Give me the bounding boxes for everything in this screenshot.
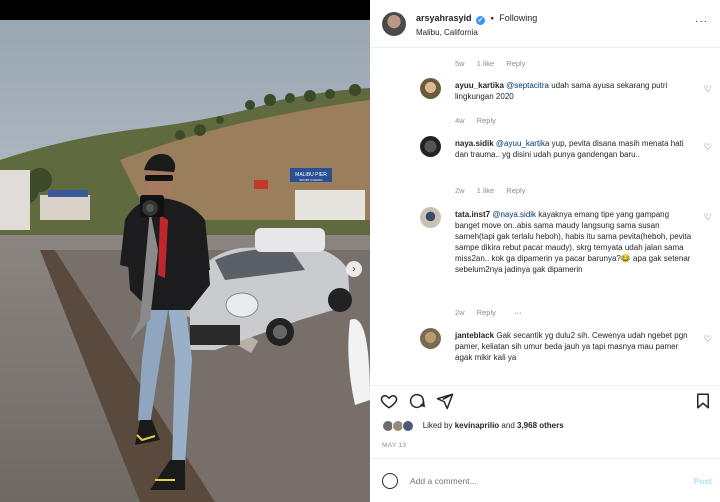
add-comment-bar: Post — [370, 458, 720, 502]
comment-age: 4w — [455, 116, 465, 125]
comment-likes[interactable]: 1 like — [477, 186, 495, 195]
comment-age: 5w — [455, 59, 465, 68]
reply-button[interactable]: Reply — [477, 116, 496, 125]
comment-username[interactable]: naya.sidik — [455, 139, 494, 148]
like-comment-icon[interactable]: ♡ — [704, 334, 712, 345]
like-comment-icon[interactable]: ♡ — [704, 212, 712, 223]
post-comment-button[interactable]: Post — [694, 476, 712, 486]
likes-summary: Liked by kevinaprilio and 3,968 others — [382, 420, 564, 432]
likes-middle: and — [499, 421, 517, 431]
reply-button[interactable]: Reply — [477, 308, 496, 317]
reply-button[interactable]: Reply — [506, 59, 525, 68]
comment-age: 2w — [455, 186, 465, 195]
author-username[interactable]: arsyahrasyid — [416, 13, 472, 23]
commenter-avatar[interactable] — [420, 136, 441, 157]
reply-button[interactable]: Reply — [506, 186, 525, 195]
like-comment-icon[interactable]: ♡ — [704, 142, 712, 153]
pier-sign-subtext: SPORT FISHING — [299, 178, 323, 182]
comment-mention[interactable]: @septacitra — [506, 81, 549, 90]
liker-avatar — [402, 420, 415, 432]
comment-meta: 4w Reply — [455, 116, 506, 125]
bookmark-icon[interactable] — [694, 392, 712, 410]
verified-icon: ✓ — [476, 16, 486, 25]
author-line: arsyahrasyid ✓ • Following — [416, 13, 537, 25]
comment-item: janteblack Gak secantik yg dulu2 sih. Ce… — [455, 330, 695, 363]
heart-icon[interactable] — [380, 392, 398, 410]
separator-dot: • — [490, 13, 494, 23]
comment-likes[interactable]: 1 like — [477, 59, 495, 68]
commenter-avatar[interactable] — [420, 78, 441, 99]
comment-age: 2w — [455, 308, 465, 317]
commenter-avatar[interactable] — [420, 328, 441, 349]
comment-more-icon[interactable]: ··· — [514, 308, 522, 317]
comment-mention[interactable]: @naya.sidik — [492, 210, 536, 219]
following-button[interactable]: Following — [499, 13, 537, 23]
like-comment-icon[interactable]: ♡ — [704, 84, 712, 95]
comment-item: naya.sidik @ayuu_kartika yup, pevita dis… — [455, 138, 695, 160]
more-options-icon[interactable]: ··· — [695, 16, 708, 27]
comment-input[interactable] — [410, 476, 670, 486]
comment-username[interactable]: janteblack — [455, 331, 494, 340]
author-avatar[interactable] — [382, 12, 406, 36]
post-location[interactable]: Malibu, California — [416, 28, 478, 37]
liker-username[interactable]: kevinaprilio — [455, 421, 499, 430]
emoji-icon[interactable] — [382, 473, 398, 489]
comment-item: tata.inst7 @naya.sidik kayaknya emang ti… — [455, 209, 695, 275]
share-icon[interactable] — [436, 392, 454, 410]
comment-item: ayuu_kartika @septacitra udah sama ayusa… — [455, 80, 695, 102]
post-header: arsyahrasyid ✓ • Following Malibu, Calif… — [370, 0, 720, 48]
comment-meta: 2w Reply ··· — [455, 308, 531, 317]
comment-meta: 2w 1 like Reply — [455, 186, 535, 195]
likes-prefix: Liked by — [422, 421, 455, 431]
comment-text: kayaknya emang tipe yang gampang banget … — [455, 210, 692, 274]
likes-count[interactable]: 3,968 others — [517, 421, 564, 430]
action-bar — [370, 385, 720, 415]
comment-mention[interactable]: @ayuu_kartika — [496, 139, 549, 148]
commenter-avatar[interactable] — [420, 207, 441, 228]
comment-username[interactable]: ayuu_kartika — [455, 81, 504, 90]
chevron-right-icon: › — [352, 264, 356, 275]
comment-username[interactable]: tata.inst7 — [455, 210, 490, 219]
post-date: MAY 13 — [382, 442, 407, 449]
comment-icon[interactable] — [408, 392, 426, 410]
post-photo[interactable]: MALIBU PIER SPORT FISHING › — [0, 20, 370, 502]
comments-list[interactable]: 5w 1 like Reply ayuu_kartika @septacitra… — [370, 52, 720, 377]
comment-meta: 5w 1 like Reply — [455, 59, 535, 68]
post-sidebar: arsyahrasyid ✓ • Following Malibu, Calif… — [370, 0, 720, 502]
